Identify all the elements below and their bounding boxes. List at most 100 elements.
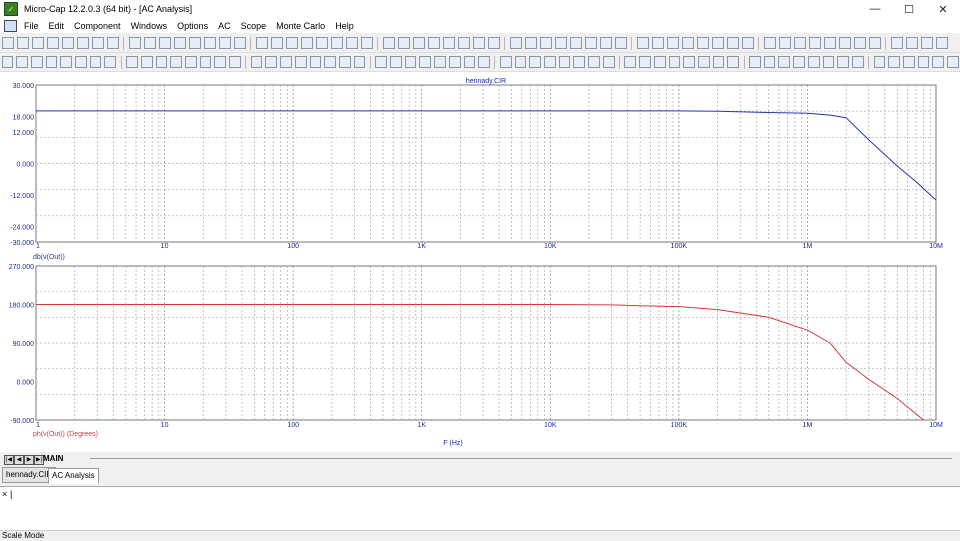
toolbar-button-icon[interactable] [905,37,918,49]
toolbar-button-icon[interactable] [868,37,881,49]
toolbar-button-icon[interactable] [584,37,597,49]
toolbar-button-icon[interactable] [569,37,582,49]
toolbar-button-icon[interactable] [903,56,915,68]
toolbar-button-icon[interactable] [1,37,14,49]
menu-file[interactable]: File [19,21,44,31]
toolbar-button-icon[interactable] [76,37,89,49]
menu-scope[interactable]: Scope [236,21,272,31]
toolbar-button-icon[interactable] [932,56,945,68]
prev-page-icon[interactable]: ◀ [14,455,24,465]
toolbar-button-icon[interactable] [822,56,835,68]
toolbar-button-icon[interactable] [280,56,292,68]
toolbar-button-icon[interactable] [419,56,432,68]
toolbar-button-icon[interactable] [45,56,58,68]
toolbar-button-icon[interactable] [104,56,117,68]
toolbar-button-icon[interactable] [16,37,29,49]
toolbar-button-icon[interactable] [853,37,866,49]
toolbar-button-icon[interactable] [696,37,709,49]
toolbar-button-icon[interactable] [250,56,263,68]
toolbar-button-icon[interactable] [681,37,694,49]
toolbar-button-icon[interactable] [727,56,740,68]
menu-ac[interactable]: AC [213,21,236,31]
toolbar-button-icon[interactable] [793,37,806,49]
toolbar-button-icon[interactable] [353,56,366,68]
close-button[interactable]: ✕ [926,0,960,18]
app-icon[interactable]: ✓ [4,2,18,16]
toolbar-button-icon[interactable] [199,56,212,68]
toolbar-button-icon[interactable] [300,37,313,49]
toolbar-button-icon[interactable] [711,37,724,49]
toolbar-button-icon[interactable] [214,56,227,68]
toolbar-button-icon[interactable] [624,56,637,68]
toolbar-button-icon[interactable] [749,56,761,68]
toolbar-button-icon[interactable] [573,56,586,68]
toolbar-button-icon[interactable] [651,37,664,49]
toolbar-button-icon[interactable] [184,56,197,68]
toolbar-button-icon[interactable] [697,56,710,68]
toolbar-button-icon[interactable] [778,56,791,68]
toolbar-button-icon[interactable] [143,37,156,49]
toolbar-button-icon[interactable] [524,37,537,49]
toolbar-button-icon[interactable] [61,37,74,49]
tab-ac-analysis[interactable]: AC Analysis [48,468,99,484]
toolbar-button-icon[interactable] [636,37,649,49]
toolbar-button-icon[interactable] [106,37,119,49]
toolbar-button-icon[interactable] [255,37,268,49]
toolbar-button-icon[interactable] [315,37,328,49]
toolbar-button-icon[interactable] [514,56,527,68]
toolbar-button-icon[interactable] [539,37,552,49]
menu-windows[interactable]: Windows [126,21,173,31]
toolbar-button-icon[interactable] [851,56,864,68]
menu-monte-carlo[interactable]: Monte Carlo [271,21,330,31]
tab-main[interactable]: MAIN [43,454,63,463]
toolbar-button-icon[interactable] [763,56,776,68]
plot-svg[interactable]: 30.000 18.000 12.000 0.000 -12.000 -24.000 -30… [0,72,960,452]
toolbar-button-icon[interactable] [778,37,791,49]
menu-edit[interactable]: Edit [44,21,70,31]
toolbar-button-icon[interactable] [599,37,612,49]
toolbar-button-icon[interactable] [838,37,851,49]
toolbar-button-icon[interactable] [808,37,821,49]
toolbar-button-icon[interactable] [543,56,556,68]
toolbar-button-icon[interactable] [233,37,246,49]
toolbar-button-icon[interactable] [588,56,600,68]
toolbar-button-icon[interactable] [614,37,627,49]
toolbar-button-icon[interactable] [741,37,754,49]
toolbar-button-icon[interactable] [60,56,73,68]
toolbar-button-icon[interactable] [935,37,948,49]
toolbar-button-icon[interactable] [345,37,358,49]
toolbar-button-icon[interactable] [683,56,695,68]
toolbar-button-icon[interactable] [499,56,512,68]
toolbar-button-icon[interactable] [218,37,231,49]
toolbar-button-icon[interactable] [30,56,43,68]
maximize-button[interactable]: ☐ [892,0,926,18]
toolbar-button-icon[interactable] [917,56,930,68]
toolbar-button-icon[interactable] [487,37,500,49]
toolbar-button-icon[interactable] [170,56,182,68]
toolbar-button-icon[interactable] [128,37,141,49]
toolbar-button-icon[interactable] [389,56,402,68]
toolbar-button-icon[interactable] [434,56,446,68]
toolbar-button-icon[interactable] [126,56,138,68]
toolbar-button-icon[interactable] [602,56,615,68]
toolbar-button-icon[interactable] [155,56,168,68]
toolbar-button-icon[interactable] [509,37,522,49]
toolbar-button-icon[interactable] [203,37,216,49]
toolbar-button-icon[interactable] [763,37,776,49]
toolbar-button-icon[interactable] [807,56,820,68]
toolbar-button-icon[interactable] [890,37,903,49]
toolbar-button-icon[interactable] [529,56,541,68]
toolbar-button-icon[interactable] [404,56,417,68]
toolbar-button-icon[interactable] [448,56,461,68]
toolbar-button-icon[interactable] [375,56,387,68]
toolbar-button-icon[interactable] [873,56,886,68]
toolbar-button-icon[interactable] [89,56,102,68]
toolbar-button-icon[interactable] [793,56,805,68]
toolbar-button-icon[interactable] [726,37,739,49]
toolbar-button-icon[interactable] [947,56,959,68]
toolbar-button-icon[interactable] [270,37,283,49]
toolbar-button-icon[interactable] [294,56,307,68]
toolbar-button-icon[interactable] [46,37,59,49]
toolbar-button-icon[interactable] [158,37,171,49]
toolbar-button-icon[interactable] [188,37,201,49]
